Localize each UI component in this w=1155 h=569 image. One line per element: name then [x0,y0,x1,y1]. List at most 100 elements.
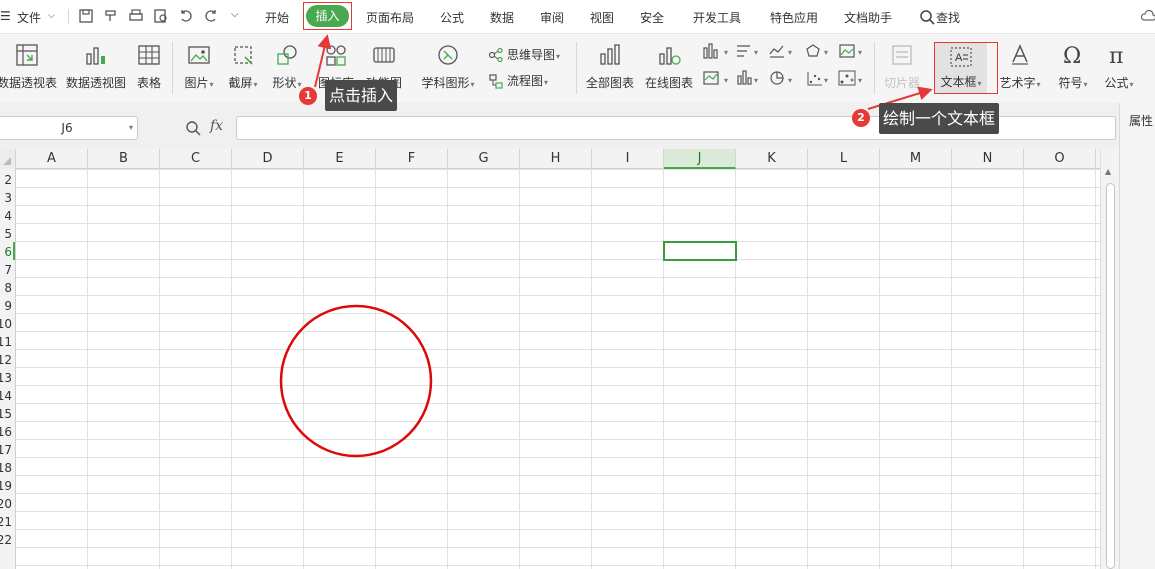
select-all-corner[interactable] [0,149,16,169]
tab-page-layout[interactable]: 页面布局 [366,9,414,26]
column-header-i[interactable]: I [592,149,664,169]
row-header-22[interactable]: 22 [0,533,12,551]
tab-review[interactable]: 审阅 [540,9,564,26]
row-header-15[interactable]: 15 [0,407,12,425]
search-icon[interactable] [919,9,935,25]
worksheet-grid[interactable] [16,169,1100,569]
row-header-10[interactable]: 10 [0,317,12,335]
tab-developer[interactable]: 开发工具 [693,9,741,26]
text-box-button[interactable]: A 文本框▾ [935,43,987,93]
row-header-17[interactable]: 17 [0,443,12,461]
row-header-4[interactable]: 4 [0,209,12,227]
science-graph-button[interactable]: 学科图形▾ [418,42,478,91]
row-header-5[interactable]: 5 [0,227,12,245]
row-header-2[interactable]: 2 [0,173,12,191]
tab-data[interactable]: 数据 [490,9,514,26]
row-header-19[interactable]: 19 [0,479,12,497]
symbol-label: 符号▾ [1058,76,1088,90]
tab-home[interactable]: 开始 [265,9,289,26]
equation-button[interactable]: π 公式▾ [1100,42,1138,91]
row-header-18[interactable]: 18 [0,461,12,479]
science-graph-icon [438,45,458,65]
column-header-d[interactable]: D [232,149,304,169]
text-box-icon: A [950,47,972,67]
mind-map-button[interactable]: 思维导图▾ [488,46,560,63]
shapes-button[interactable]: 形状▾ [268,42,306,91]
row-header-21[interactable]: 21 [0,515,12,533]
redo-icon[interactable] [203,8,219,24]
selected-row-marker [13,242,15,260]
vertical-scrollbar[interactable]: ▲ [1100,149,1119,569]
column-header-c[interactable]: C [160,149,232,169]
print-preview-icon[interactable] [153,8,169,24]
circle-shape[interactable] [278,303,434,459]
scroll-thumb[interactable] [1106,183,1115,569]
row-header-7[interactable]: 7 [0,263,12,281]
column-header-e[interactable]: E [304,149,376,169]
tab-formulas[interactable]: 公式 [440,9,464,26]
row-header-8[interactable]: 8 [0,281,12,299]
print-icon[interactable] [128,8,144,24]
tab-insert[interactable]: 插入 [306,5,349,27]
row-header-11[interactable]: 11 [0,335,12,353]
format-painter-icon[interactable] [103,8,119,24]
screenshot-button[interactable]: 截屏▾ [224,42,262,91]
zoom-icon[interactable] [185,120,201,136]
screenshot-label: 截屏▾ [228,76,258,90]
row-header-13[interactable]: 13 [0,371,12,389]
column-header-j[interactable]: J [664,149,736,169]
column-header-b[interactable]: B [88,149,160,169]
picture-button[interactable]: 图片▾ [180,42,218,91]
scroll-up-icon[interactable]: ▲ [1105,167,1111,176]
flowchart-button[interactable]: 流程图▾ [488,72,548,89]
tab-security[interactable]: 安全 [640,9,664,26]
file-menu[interactable]: 文件 [17,9,41,26]
column-header-m[interactable]: M [880,149,952,169]
hamburger-icon[interactable]: ☰ [0,9,11,23]
column-header-g[interactable]: G [448,149,520,169]
picture-label: 图片▾ [184,76,214,90]
equation-label: 公式▾ [1104,76,1134,90]
all-charts-button[interactable]: 全部图表 [584,42,636,91]
column-header-h[interactable]: H [520,149,592,169]
svg-text:▾: ▾ [858,48,862,57]
row-header-12[interactable]: 12 [0,353,12,371]
row-header-6[interactable]: 6 [0,245,12,263]
text-box-label: 文本框▾ [940,75,982,89]
column-header-k[interactable]: K [736,149,808,169]
chevron-down-icon[interactable]: ⌵ [48,11,55,21]
tab-view[interactable]: 视图 [590,9,614,26]
chart-types-gallery[interactable]: ▾ ▾ ▾ ▾ ▾ ▾ ▾ ▾ ▾ ▾ [700,42,870,92]
pivot-table-button[interactable]: 数据透视表 [0,42,60,91]
tab-special-apps[interactable]: 特色应用 [770,9,818,26]
row-header-3[interactable]: 3 [0,191,12,209]
online-charts-button[interactable]: 在线图表 [643,42,695,91]
step2-badge: 2 [852,109,870,127]
row-header-14[interactable]: 14 [0,389,12,407]
active-cell[interactable] [663,241,737,261]
column-header-f[interactable]: F [376,149,448,169]
row-header-16[interactable]: 16 [0,425,12,443]
row-header-20[interactable]: 20 [0,497,12,515]
customize-toolbar-icon[interactable]: ⌵ [231,9,239,20]
more-charts-icon [838,70,856,86]
row-header-9[interactable]: 9 [0,299,12,317]
search-label[interactable]: 查找 [936,9,960,26]
cloud-icon[interactable] [1140,8,1155,24]
properties-label[interactable]: 属性 [1129,112,1153,129]
name-box[interactable]: J6 ▾ [0,116,138,140]
chevron-down-icon[interactable]: ▾ [129,117,133,139]
symbol-button[interactable]: Ω 符号▾ [1054,42,1092,91]
save-icon[interactable] [78,8,94,24]
svg-text:▾: ▾ [724,76,728,85]
undo-icon[interactable] [178,8,194,24]
column-header-l[interactable]: L [808,149,880,169]
tab-doc-assistant[interactable]: 文档助手 [844,9,892,26]
pivot-chart-button[interactable]: 数据透视图 [64,42,128,91]
column-header-n[interactable]: N [952,149,1024,169]
table-button[interactable]: 表格 [132,42,166,91]
fx-icon[interactable]: fx [210,118,223,134]
column-header-a[interactable]: A [16,149,88,169]
column-header-o[interactable]: O [1024,149,1096,169]
word-art-button[interactable]: 艺术字▾ [996,42,1044,91]
